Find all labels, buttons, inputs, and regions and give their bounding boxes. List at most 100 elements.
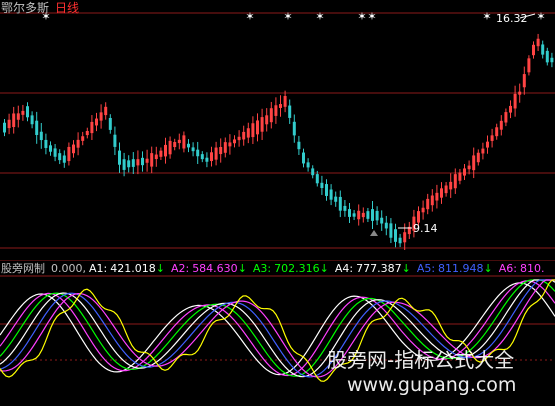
signal-marker: ✶ — [315, 10, 324, 23]
candle-body — [200, 154, 204, 160]
watermark-url: www.gupang.com — [347, 374, 517, 396]
candle-body — [334, 196, 338, 202]
legend-value-4: 777.387 — [356, 262, 402, 275]
signal-marker: ✶ — [482, 10, 491, 23]
candle-body — [504, 112, 508, 123]
candle-body — [260, 117, 264, 132]
candle-body — [522, 74, 526, 88]
candle-body — [269, 108, 273, 123]
low-price-label: 9.14 — [413, 222, 438, 235]
candle-body — [366, 211, 370, 219]
candle-body — [205, 157, 209, 162]
candle-body — [430, 195, 434, 206]
candle-body — [154, 154, 158, 160]
candle-body — [21, 110, 25, 115]
candle-body — [467, 165, 471, 170]
candle-body — [214, 147, 218, 160]
candle-body — [545, 50, 549, 63]
legend-arrow-2: ↓ — [237, 262, 247, 275]
candle-body — [550, 57, 554, 63]
candle-body — [463, 168, 466, 176]
candle-body — [85, 130, 89, 136]
candle-body — [495, 127, 499, 137]
candle-body — [99, 112, 103, 121]
candle-body — [49, 145, 52, 152]
candle-body — [196, 149, 200, 157]
legend-value-6: 810. — [520, 262, 545, 275]
candle-body — [191, 147, 195, 152]
candle-body — [348, 209, 351, 217]
candle-body — [440, 188, 443, 198]
legend-value-5: 811.948 — [438, 262, 484, 275]
candle-body — [361, 212, 365, 218]
candle-body — [251, 123, 255, 138]
candle-body — [302, 152, 305, 164]
candle-body — [145, 158, 149, 163]
signal-marker: ✶ — [245, 10, 254, 23]
candle-body — [532, 44, 535, 56]
candle-body — [72, 144, 75, 154]
candle-body — [150, 153, 154, 167]
candle-body — [219, 147, 223, 155]
candle-body — [403, 232, 407, 243]
candle-body — [513, 93, 517, 109]
watermark-title: 股旁网-指标公式大全 — [327, 348, 515, 372]
candle-body — [380, 217, 384, 224]
candle-body — [343, 205, 347, 211]
candle-body — [509, 105, 512, 113]
period-label: 日线 — [55, 1, 80, 15]
candle-body — [389, 223, 393, 238]
candle-body — [357, 210, 361, 220]
candle-body — [113, 134, 117, 147]
candle-body — [16, 113, 20, 120]
stock-name: 鄂尔多斯 — [1, 1, 50, 15]
candle-body — [246, 128, 250, 138]
candlestick-chart[interactable]: ✶ ✶ ✶ ✶ ✶ ✶ ✶ ✶16.329.14 — [0, 0, 555, 250]
candle-body — [476, 152, 480, 163]
candle-body — [35, 120, 39, 135]
candle-body — [265, 115, 269, 125]
candle-body — [237, 136, 241, 141]
candle-body — [283, 95, 287, 107]
legend-name-2: A2: — [170, 262, 190, 275]
candle-body — [536, 38, 540, 47]
candle-body — [481, 148, 485, 154]
triangle-marker — [370, 230, 378, 236]
candle-body — [108, 117, 112, 130]
candle-body — [67, 146, 71, 162]
candle-body — [131, 159, 135, 167]
candle-body — [288, 105, 292, 118]
candle-body — [274, 105, 278, 116]
candle-body — [490, 135, 494, 141]
candle-body — [136, 159, 140, 166]
indicator-header: 股旁网制 0.000, A1: 421.018↓ A2: 584.630↓ A3: 702.3… — [1, 260, 555, 276]
candle-body — [472, 155, 476, 171]
legend-arrow-3: ↓ — [319, 262, 329, 275]
signal-marker: ✶ — [283, 10, 292, 23]
candle-body — [228, 142, 232, 147]
series-legend: A1: 421.018↓ A2: 584.630↓ A3: 702.316↓ A4: 777.… — [89, 262, 551, 275]
indicator-name: 股旁网制 — [1, 262, 45, 275]
candle-body — [58, 153, 62, 161]
candle-body — [435, 192, 439, 201]
legend-name-6: A6: — [498, 262, 517, 275]
price-header: 鄂尔多斯 日线 — [1, 0, 85, 16]
price-chart-panel[interactable]: ✶ ✶ ✶ ✶ ✶ ✶ ✶ ✶ 16.32 9.14 鄂尔多斯 日线 — [0, 0, 555, 250]
candle-body — [210, 152, 213, 162]
candle-body — [7, 119, 11, 129]
candle-body — [352, 213, 356, 217]
candle-body — [81, 136, 85, 141]
high-price-label: 16.32 — [496, 12, 528, 25]
candle-body — [127, 160, 131, 168]
candle-body — [168, 140, 172, 155]
candle-body — [375, 210, 379, 221]
legend-arrow-4: ↓ — [401, 262, 411, 275]
candle-body — [39, 131, 43, 141]
legend-name-4: A4: — [334, 262, 354, 275]
candle-body — [329, 189, 333, 200]
candle-body — [453, 174, 457, 189]
candle-body — [182, 135, 186, 149]
legend-arrow-1: ↓ — [155, 262, 165, 275]
candle-body — [223, 142, 227, 153]
candle-body — [3, 122, 6, 133]
